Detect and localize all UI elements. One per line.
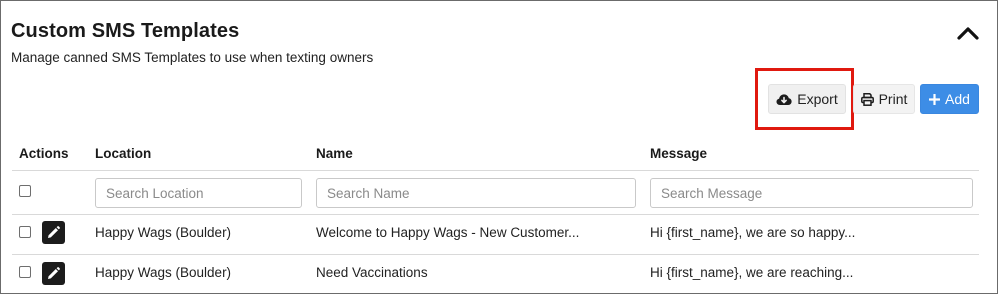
row-location: Happy Wags (Boulder) [95, 225, 232, 240]
search-name-input[interactable] [316, 178, 636, 208]
row-checkbox[interactable] [19, 226, 31, 238]
column-header-message: Message [650, 146, 708, 161]
page-subtitle: Manage canned SMS Templates to use when … [11, 50, 374, 65]
row-name: Need Vaccinations [316, 265, 428, 280]
column-header-name: Name [316, 146, 353, 161]
row-message: Hi {first_name}, we are so happy... [650, 225, 856, 240]
print-button[interactable]: Print [853, 84, 915, 114]
row-location: Happy Wags (Boulder) [95, 265, 232, 280]
print-label: Print [878, 91, 908, 107]
select-all-checkbox[interactable] [19, 185, 31, 197]
collapse-button[interactable] [956, 23, 980, 43]
row-message: Hi {first_name}, we are reaching... [650, 265, 854, 280]
row-checkbox[interactable] [19, 266, 31, 278]
edit-button[interactable] [42, 221, 65, 244]
row-divider [12, 254, 979, 255]
header-divider [12, 170, 979, 171]
plus-icon [929, 93, 941, 105]
add-button[interactable]: Add [920, 84, 979, 114]
page-title: Custom SMS Templates [11, 20, 240, 42]
row-divider [12, 214, 979, 215]
edit-button[interactable] [42, 262, 65, 285]
pencil-icon [48, 267, 60, 279]
printer-icon [860, 92, 874, 106]
add-label: Add [945, 91, 970, 107]
search-location-input[interactable] [95, 178, 302, 208]
search-message-input[interactable] [650, 178, 973, 208]
row-name: Welcome to Happy Wags - New Customer... [316, 225, 580, 240]
export-highlight-box [755, 68, 854, 130]
column-header-location: Location [95, 146, 152, 161]
sms-templates-panel: Custom SMS Templates Manage canned SMS T… [0, 0, 998, 294]
column-header-actions: Actions [19, 146, 69, 161]
chevron-up-icon [957, 27, 979, 40]
pencil-icon [48, 226, 60, 238]
